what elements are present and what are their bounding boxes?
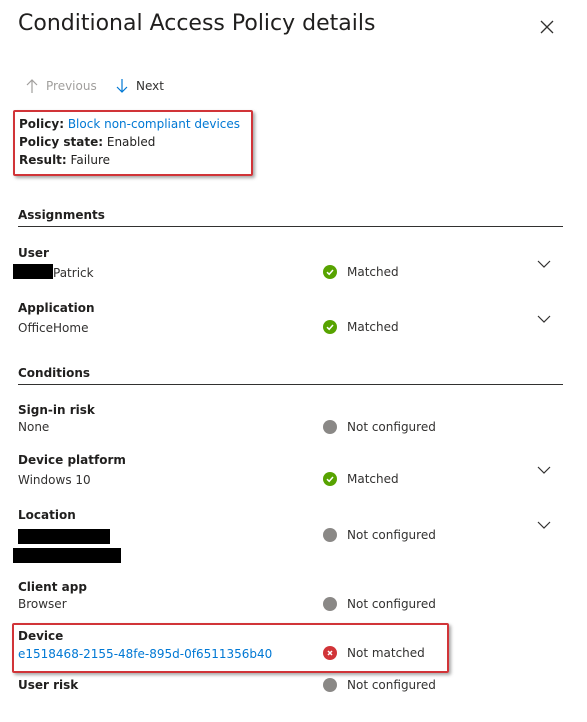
redaction-bar bbox=[18, 529, 110, 544]
application-status-label: Matched bbox=[347, 320, 399, 334]
device-status-label: Not matched bbox=[347, 646, 425, 660]
conditions-divider bbox=[18, 384, 563, 385]
result-value: Failure bbox=[70, 153, 111, 167]
sign-in-risk-value: None bbox=[18, 420, 50, 434]
user-status-label: Matched bbox=[347, 265, 399, 279]
client-app-value: Browser bbox=[18, 597, 67, 611]
gray-dot-icon bbox=[323, 528, 337, 542]
check-circle-icon bbox=[323, 472, 337, 486]
device-platform-status-label: Matched bbox=[347, 472, 399, 486]
previous-label: Previous bbox=[46, 79, 97, 93]
device-title: Device bbox=[18, 629, 64, 643]
location-status-label: Not configured bbox=[347, 528, 436, 542]
close-button[interactable] bbox=[537, 17, 557, 37]
gray-dot-icon bbox=[323, 678, 337, 692]
assignments-heading: Assignments bbox=[18, 208, 105, 222]
sign-in-risk-status: Not configured bbox=[323, 420, 436, 434]
chevron-down-icon[interactable] bbox=[537, 259, 551, 269]
previous-button[interactable]: Previous bbox=[25, 78, 97, 94]
chevron-down-icon[interactable] bbox=[537, 314, 551, 324]
conditions-heading: Conditions bbox=[18, 366, 91, 380]
device-status: Not matched bbox=[323, 646, 425, 660]
next-label: Next bbox=[136, 79, 164, 93]
result-line: Result: Failure bbox=[19, 153, 110, 167]
arrow-up-icon bbox=[26, 79, 38, 93]
close-icon bbox=[540, 20, 554, 34]
user-risk-status: Not configured bbox=[323, 678, 436, 692]
location-status: Not configured bbox=[323, 528, 436, 542]
application-value: OfficeHome bbox=[18, 321, 89, 335]
gray-dot-icon bbox=[323, 420, 337, 434]
device-platform-title: Device platform bbox=[18, 453, 126, 467]
redaction-bar bbox=[13, 548, 121, 563]
gray-dot-icon bbox=[323, 597, 337, 611]
user-risk-status-label: Not configured bbox=[347, 678, 436, 692]
user-status: Matched bbox=[323, 265, 399, 279]
check-circle-icon bbox=[323, 320, 337, 334]
panel-title: Conditional Access Policy details bbox=[18, 11, 376, 36]
sign-in-risk-status-label: Not configured bbox=[347, 420, 436, 434]
result-label: Result: bbox=[19, 153, 67, 167]
client-app-status-label: Not configured bbox=[347, 597, 436, 611]
policy-state-line: Policy state: Enabled bbox=[19, 135, 155, 149]
application-title: Application bbox=[18, 301, 95, 315]
redaction-bar bbox=[13, 264, 53, 279]
assignments-divider bbox=[18, 226, 563, 227]
user-risk-title: User risk bbox=[18, 678, 79, 692]
next-button[interactable]: Next bbox=[115, 78, 164, 94]
policy-name-link[interactable]: Block non-compliant devices bbox=[68, 117, 240, 131]
user-value: Patrick bbox=[53, 266, 94, 280]
arrow-down-icon bbox=[116, 79, 128, 93]
error-circle-icon bbox=[323, 646, 337, 660]
device-id-link[interactable]: e1518468-2155-48fe-895d-0f6511356b40 bbox=[18, 647, 272, 661]
policy-label: Policy: bbox=[19, 117, 64, 131]
device-platform-value: Windows 10 bbox=[18, 473, 91, 487]
check-circle-icon bbox=[323, 265, 337, 279]
device-platform-status: Matched bbox=[323, 472, 399, 486]
location-title: Location bbox=[18, 508, 76, 522]
chevron-down-icon[interactable] bbox=[537, 465, 551, 475]
application-status: Matched bbox=[323, 320, 399, 334]
client-app-title: Client app bbox=[18, 580, 87, 594]
policy-state-value: Enabled bbox=[106, 135, 156, 149]
sign-in-risk-title: Sign-in risk bbox=[18, 403, 95, 417]
client-app-status: Not configured bbox=[323, 597, 436, 611]
chevron-down-icon[interactable] bbox=[537, 520, 551, 530]
policy-state-label: Policy state: bbox=[19, 135, 104, 149]
user-title: User bbox=[18, 246, 49, 260]
policy-line: Policy: Block non-compliant devices bbox=[19, 117, 240, 131]
